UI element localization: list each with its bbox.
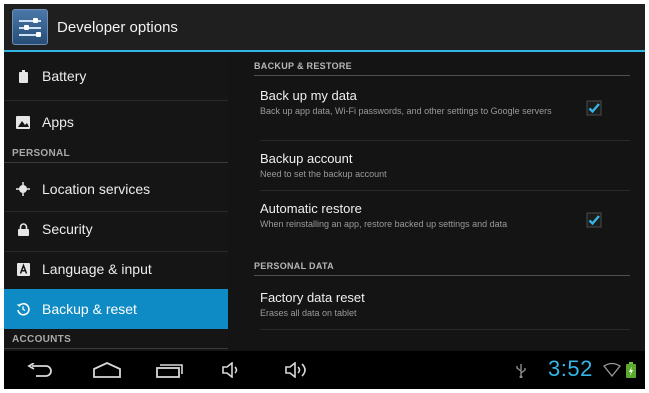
sidebar-item-label: Language & input	[42, 261, 152, 277]
sidebar-item-label: Battery	[42, 68, 87, 84]
pref-factory-data-reset[interactable]: Factory data reset Erases all data on ta…	[260, 290, 630, 319]
section-header-backup-restore: BACKUP & RESTORE	[254, 56, 630, 76]
settings-headers-pane: Battery Apps PERSONAL Location services …	[4, 54, 228, 351]
divider	[260, 329, 630, 330]
battery-icon	[16, 69, 30, 83]
sidebar-item-label: Backup & reset	[42, 301, 137, 317]
tablet-screen: Developer options Battery Apps PERSONAL …	[4, 4, 645, 389]
pref-automatic-restore[interactable]: Automatic restore When reinstalling an a…	[260, 201, 630, 230]
section-header-personal: PERSONAL	[4, 145, 228, 163]
action-bar: Developer options	[4, 4, 645, 52]
sidebar-item-location-services[interactable]: Location services	[4, 169, 228, 209]
page-title: Developer options	[57, 18, 178, 36]
status-clock: 3:52	[548, 356, 593, 381]
divider	[4, 100, 228, 101]
settings-sliders-icon[interactable]	[12, 9, 48, 45]
sidebar-item-language-input[interactable]: Language & input	[4, 249, 228, 289]
recent-apps-icon[interactable]	[152, 357, 186, 383]
sidebar-item-security[interactable]: Security	[4, 209, 228, 249]
back-up-my-data-checkbox[interactable]	[586, 100, 602, 116]
back-icon[interactable]	[24, 357, 56, 383]
pref-summary: Need to set the backup account	[260, 169, 387, 179]
wifi-icon	[602, 357, 622, 383]
usb-icon	[512, 357, 530, 383]
pref-title: Backup account	[260, 151, 353, 166]
battery-charging-icon	[624, 357, 638, 383]
pref-title: Factory data reset	[260, 290, 365, 305]
backup-reset-content: BACKUP & RESTORE Back up my data Back up…	[240, 54, 645, 351]
backup-restore-icon	[16, 302, 30, 316]
pref-backup-account[interactable]: Backup account Need to set the backup ac…	[260, 151, 630, 180]
pref-title: Back up my data	[260, 88, 357, 103]
divider	[260, 140, 630, 141]
sidebar-item-label: Location services	[42, 181, 151, 197]
pref-title: Automatic restore	[260, 201, 362, 216]
pref-back-up-my-data[interactable]: Back up my data Back up app data, Wi-Fi …	[260, 88, 630, 117]
sidebar-item-battery[interactable]: Battery	[4, 56, 228, 96]
home-icon[interactable]	[90, 357, 124, 383]
sidebar-item-label: Security	[42, 221, 93, 237]
volume-up-icon[interactable]	[282, 357, 314, 383]
sidebar-item-apps[interactable]: Apps	[4, 102, 228, 142]
section-header-personal-data: PERSONAL DATA	[254, 256, 630, 276]
keyboard-a-icon	[16, 262, 30, 276]
location-target-icon	[16, 182, 30, 196]
divider	[260, 190, 630, 191]
section-header-accounts: ACCOUNTS	[4, 331, 228, 349]
sidebar-item-backup-reset[interactable]: Backup & reset	[4, 289, 228, 329]
pref-summary: Erases all data on tablet	[260, 308, 357, 318]
pref-summary: When reinstalling an app, restore backed…	[260, 219, 508, 229]
apps-image-icon	[16, 115, 30, 129]
sidebar-item-label: Apps	[42, 114, 74, 130]
volume-down-icon[interactable]	[218, 357, 246, 383]
lock-icon	[16, 222, 30, 236]
automatic-restore-checkbox[interactable]	[586, 212, 602, 228]
pref-summary: Back up app data, Wi-Fi passwords, and o…	[260, 106, 552, 116]
